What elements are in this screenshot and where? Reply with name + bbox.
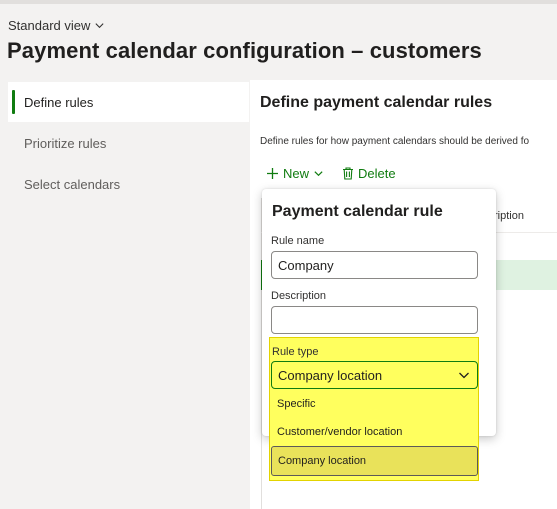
chevron-down-icon: [95, 23, 104, 29]
toolbar: New Delete: [266, 166, 396, 181]
rule-type-select[interactable]: Company location: [271, 361, 478, 389]
rule-name-input[interactable]: Company: [271, 251, 478, 279]
sidebar-item-label: Select calendars: [24, 176, 121, 192]
delete-button-label: Delete: [358, 166, 396, 181]
chevron-down-icon: [459, 372, 469, 379]
trash-icon: [343, 167, 354, 180]
view-selector-label: Standard view: [8, 18, 91, 33]
page-title: Payment calendar configuration – custome…: [7, 38, 482, 63]
top-border: [0, 0, 557, 4]
option-label: Company location: [278, 455, 367, 467]
section-title: Define payment calendar rules: [260, 94, 493, 111]
dialog-title: Payment calendar rule: [272, 203, 443, 220]
rule-type-option-company-location[interactable]: Company location: [271, 446, 478, 476]
new-button[interactable]: New: [266, 166, 324, 181]
description-input[interactable]: [271, 306, 478, 334]
new-button-label: New: [283, 166, 310, 181]
sidebar-item-define-rules[interactable]: Define rules: [8, 82, 249, 122]
delete-button[interactable]: Delete: [342, 166, 396, 181]
view-selector[interactable]: Standard view: [8, 18, 105, 33]
sidebar-item-select-calendars[interactable]: Select calendars: [8, 164, 249, 204]
rule-name-label: Rule name: [271, 235, 325, 247]
rule-type-option-customer-vendor-location[interactable]: Customer/vendor location: [271, 417, 478, 447]
chevron-down-icon: [314, 171, 323, 177]
plus-icon: [267, 168, 278, 179]
column-header-description[interactable]: ription: [494, 210, 524, 222]
section-description: Define rules for how payment calendars s…: [260, 136, 530, 147]
description-label: Description: [271, 290, 327, 302]
rule-type-option-specific[interactable]: Specific: [271, 389, 478, 419]
sidebar: Define rules Prioritize rules Select cal…: [8, 80, 249, 509]
sidebar-item-prioritize-rules[interactable]: Prioritize rules: [8, 123, 249, 163]
sidebar-item-label: Define rules: [24, 94, 94, 110]
sidebar-item-label: Prioritize rules: [24, 135, 107, 151]
rule-type-value: Company location: [278, 367, 383, 383]
rule-type-label: Rule type: [272, 346, 319, 358]
rule-name-value: Company: [278, 257, 334, 273]
option-label: Specific: [277, 398, 316, 410]
option-label: Customer/vendor location: [277, 426, 403, 438]
